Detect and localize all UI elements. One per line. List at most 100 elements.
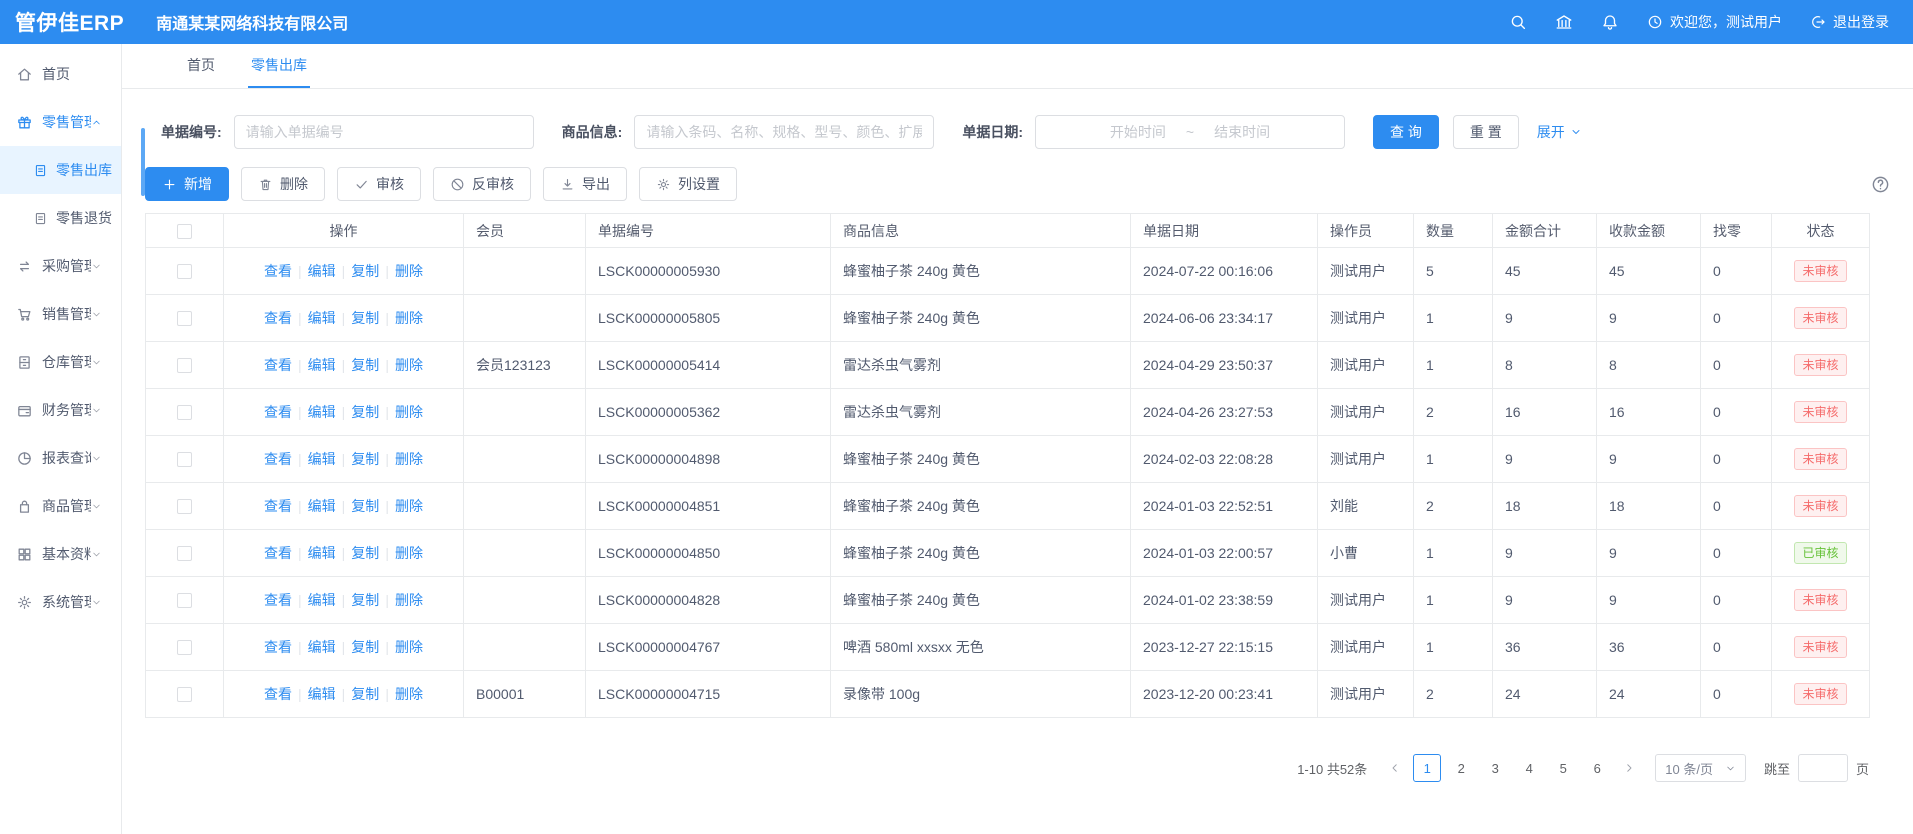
export-button[interactable]: 导出 xyxy=(543,167,627,201)
content-area: 单据编号: 商品信息: 单据日期: 开始时间 ~ 结束时间 查 询 重 置 xyxy=(122,89,1913,834)
date-range-input[interactable]: 开始时间 ~ 结束时间 xyxy=(1035,115,1345,149)
row-checkbox[interactable] xyxy=(177,499,192,514)
row-checkbox[interactable] xyxy=(177,593,192,608)
sidebar-item-retail-management[interactable]: 零售管理 xyxy=(0,98,121,146)
row-action-view[interactable]: 查看 xyxy=(264,263,292,279)
row-action-copy[interactable]: 复制 xyxy=(351,310,379,326)
column-settings-button[interactable]: 列设置 xyxy=(639,167,737,201)
page-button-4[interactable]: 4 xyxy=(1515,754,1543,782)
row-checkbox[interactable] xyxy=(177,311,192,326)
sidebar-item-sales-management[interactable]: 销售管理 xyxy=(0,290,121,338)
row-action-edit[interactable]: 编辑 xyxy=(308,498,336,514)
sidebar-item-system-management[interactable]: 系统管理 xyxy=(0,578,121,626)
row-action-copy[interactable]: 复制 xyxy=(351,686,379,702)
row-checkbox[interactable] xyxy=(177,546,192,561)
row-action-edit[interactable]: 编辑 xyxy=(308,451,336,467)
row-action-copy[interactable]: 复制 xyxy=(351,498,379,514)
row-action-copy[interactable]: 复制 xyxy=(351,639,379,655)
page-button-2[interactable]: 2 xyxy=(1447,754,1475,782)
sidebar-item-warehouse-management[interactable]: 仓库管理 xyxy=(0,338,121,386)
unaudit-button[interactable]: 反审核 xyxy=(433,167,531,201)
row-action-delete[interactable]: 删除 xyxy=(395,592,423,608)
row-checkbox[interactable] xyxy=(177,405,192,420)
page-button-5[interactable]: 5 xyxy=(1549,754,1577,782)
row-checkbox[interactable] xyxy=(177,640,192,655)
add-button[interactable]: 新增 xyxy=(145,167,229,201)
search-icon[interactable] xyxy=(1509,13,1527,31)
row-action-copy[interactable]: 复制 xyxy=(351,592,379,608)
row-action-view[interactable]: 查看 xyxy=(264,545,292,561)
page-size-select[interactable]: 10 条/页 xyxy=(1655,754,1746,782)
jump-input[interactable] xyxy=(1798,754,1848,782)
bank-icon[interactable] xyxy=(1555,13,1573,31)
row-action-view[interactable]: 查看 xyxy=(264,592,292,608)
action-separator: | xyxy=(298,498,302,514)
sidebar-item-purchase-management[interactable]: 采购管理 xyxy=(0,242,121,290)
row-action-edit[interactable]: 编辑 xyxy=(308,310,336,326)
goods-info-input[interactable] xyxy=(634,115,934,149)
prev-page-button[interactable] xyxy=(1383,754,1407,782)
row-action-copy[interactable]: 复制 xyxy=(351,357,379,373)
row-action-edit[interactable]: 编辑 xyxy=(308,263,336,279)
help-icon[interactable] xyxy=(1871,175,1890,194)
page-button-3[interactable]: 3 xyxy=(1481,754,1509,782)
bell-icon[interactable] xyxy=(1601,13,1619,31)
row-action-edit[interactable]: 编辑 xyxy=(308,357,336,373)
row-action-delete[interactable]: 删除 xyxy=(395,451,423,467)
row-action-delete[interactable]: 删除 xyxy=(395,310,423,326)
row-action-delete[interactable]: 删除 xyxy=(395,686,423,702)
row-action-copy[interactable]: 复制 xyxy=(351,545,379,561)
row-action-view[interactable]: 查看 xyxy=(264,639,292,655)
row-action-view[interactable]: 查看 xyxy=(264,404,292,420)
status-badge: 未审核 xyxy=(1794,448,1846,470)
row-action-delete[interactable]: 删除 xyxy=(395,639,423,655)
chevron-left-icon xyxy=(1389,762,1401,774)
row-action-view[interactable]: 查看 xyxy=(264,451,292,467)
page-button-6[interactable]: 6 xyxy=(1583,754,1611,782)
row-action-delete[interactable]: 删除 xyxy=(395,263,423,279)
operator-cell: 测试用户 xyxy=(1318,342,1414,389)
tab-retail-outbound[interactable]: 零售出库 xyxy=(248,44,310,88)
search-button[interactable]: 查 询 xyxy=(1373,115,1439,149)
sidebar-item-retail-return[interactable]: 零售退货 xyxy=(0,194,121,242)
row-action-edit[interactable]: 编辑 xyxy=(308,404,336,420)
row-action-copy[interactable]: 复制 xyxy=(351,451,379,467)
welcome-user[interactable]: 欢迎您，测试用户 xyxy=(1647,12,1782,32)
audit-button[interactable]: 审核 xyxy=(337,167,421,201)
row-checkbox[interactable] xyxy=(177,358,192,373)
sidebar-item-retail-outbound[interactable]: 零售出库 xyxy=(0,146,121,194)
row-action-view[interactable]: 查看 xyxy=(264,310,292,326)
delete-button[interactable]: 删除 xyxy=(241,167,325,201)
row-action-view[interactable]: 查看 xyxy=(264,686,292,702)
tab-home[interactable]: 首页 xyxy=(184,44,218,88)
row-action-copy[interactable]: 复制 xyxy=(351,263,379,279)
page-button-1[interactable]: 1 xyxy=(1413,754,1441,782)
row-action-view[interactable]: 查看 xyxy=(264,498,292,514)
row-action-edit[interactable]: 编辑 xyxy=(308,686,336,702)
row-checkbox[interactable] xyxy=(177,687,192,702)
expand-link[interactable]: 展开 xyxy=(1537,122,1582,142)
row-action-edit[interactable]: 编辑 xyxy=(308,592,336,608)
sidebar-item-goods-management[interactable]: 商品管理 xyxy=(0,482,121,530)
logout-button[interactable]: 退出登录 xyxy=(1810,12,1889,32)
row-action-delete[interactable]: 删除 xyxy=(395,357,423,373)
sidebar-item-home[interactable]: 首页 xyxy=(0,50,121,98)
sidebar-item-basic-data[interactable]: 基本资料 xyxy=(0,530,121,578)
bill-no-input[interactable] xyxy=(234,115,534,149)
row-action-edit[interactable]: 编辑 xyxy=(308,545,336,561)
row-checkbox[interactable] xyxy=(177,452,192,467)
row-action-copy[interactable]: 复制 xyxy=(351,404,379,420)
select-all-checkbox[interactable] xyxy=(177,224,192,239)
reset-button[interactable]: 重 置 xyxy=(1453,115,1519,149)
sidebar-item-report-query[interactable]: 报表查询 xyxy=(0,434,121,482)
row-action-edit[interactable]: 编辑 xyxy=(308,639,336,655)
status-badge: 未审核 xyxy=(1794,636,1846,658)
row-action-delete[interactable]: 删除 xyxy=(395,498,423,514)
row-action-delete[interactable]: 删除 xyxy=(395,404,423,420)
row-action-view[interactable]: 查看 xyxy=(264,357,292,373)
row-checkbox[interactable] xyxy=(177,264,192,279)
scrollbar-thumb[interactable] xyxy=(141,128,145,196)
next-page-button[interactable] xyxy=(1617,754,1641,782)
sidebar-item-finance-management[interactable]: 财务管理 xyxy=(0,386,121,434)
row-action-delete[interactable]: 删除 xyxy=(395,545,423,561)
